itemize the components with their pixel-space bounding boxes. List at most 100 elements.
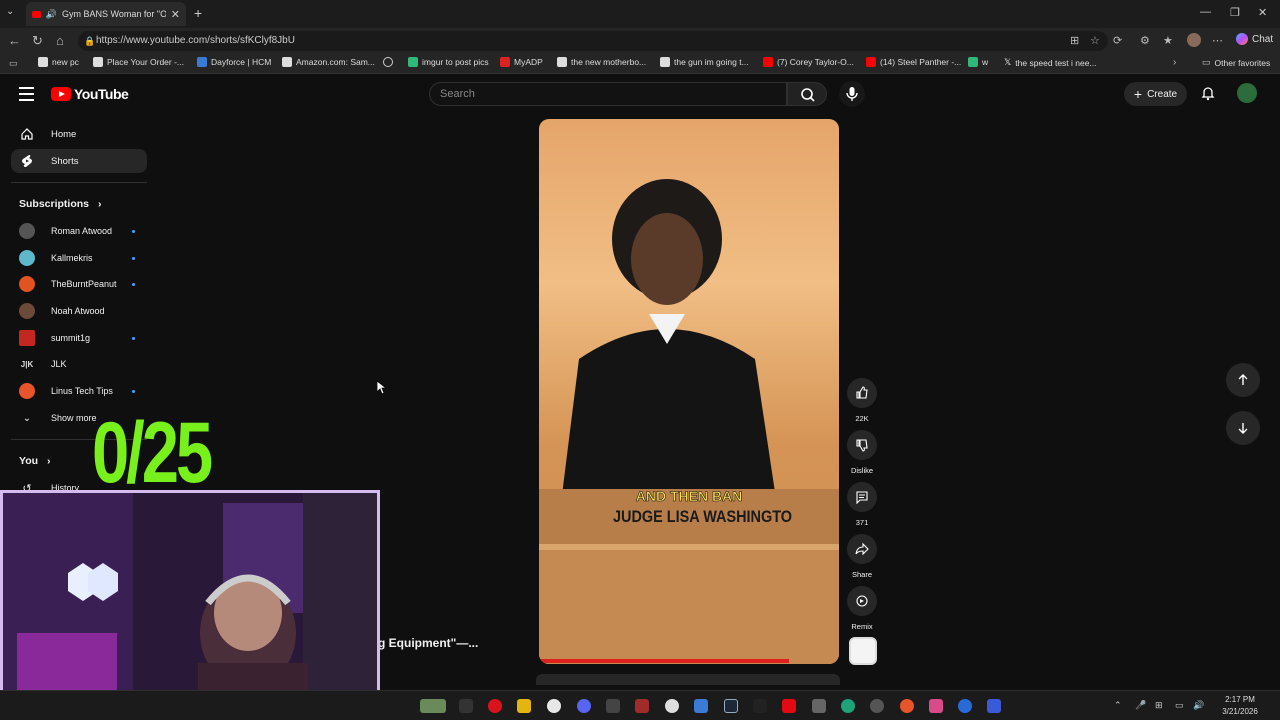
close-tab-icon[interactable]: ✕ [171,8,180,21]
you-heading[interactable]: You › [19,455,50,467]
bookmark-item[interactable]: MyADP [500,57,543,67]
account-avatar[interactable] [1237,83,1257,103]
search-button[interactable] [787,82,827,106]
like-button[interactable]: 22K [846,378,878,423]
profile-avatar[interactable] [1187,33,1201,47]
bookmark-item[interactable]: imgur to post pics [408,57,489,67]
tab-actions-icon[interactable]: ⌄ [6,6,14,17]
obs-icon[interactable] [665,699,679,713]
display-icon[interactable]: ▭ [1175,700,1184,711]
subscription-item[interactable]: Linus Tech Tips [19,381,149,401]
back-icon[interactable]: ← [8,33,21,48]
subscription-item[interactable]: Kallmekris [19,248,149,268]
app-available-icon[interactable]: ⊞ [1070,34,1079,47]
app-icon[interactable] [606,699,620,713]
copilot-chat-button[interactable]: Chat [1236,33,1273,45]
bookmark-item[interactable]: the gun im going t... [660,57,749,67]
short-video-player[interactable]: AND THEN BAN JUDGE LISA WASHINGTO [539,119,839,664]
voice-search-button[interactable] [839,81,865,107]
network-icon[interactable]: ⊞ [1155,700,1163,711]
previous-short-button[interactable] [1226,363,1260,397]
reading-list-icon[interactable]: ▭ [9,58,18,69]
guide-menu-icon[interactable] [19,87,34,105]
close-window-icon[interactable]: ✕ [1258,6,1267,19]
maximize-icon[interactable]: ❐ [1230,6,1240,19]
volume-icon[interactable]: 🔊 [1193,700,1204,711]
microphone-tray-icon[interactable]: 🎤 [1135,700,1146,711]
youtube-logo[interactable]: YouTube [51,86,129,102]
speaker-icon[interactable]: 🔊 [46,9,57,20]
home-icon[interactable]: ⌂ [56,33,64,48]
bookmark-item[interactable]: the new motherbo... [557,57,646,67]
share-button[interactable]: Share [846,534,878,579]
app-icon[interactable] [987,699,1001,713]
steam-icon[interactable] [724,699,738,713]
bookmark-item[interactable]: (14) Steel Panther -... [866,57,961,67]
sidebar-item-home[interactable]: Home [11,122,147,146]
extensions-icon[interactable]: ⚙ [1140,34,1150,47]
app-icon[interactable] [753,699,767,713]
subscription-item[interactable]: Roman Atwood [19,221,149,241]
app-icon[interactable] [812,699,826,713]
new-tab-icon[interactable]: + [194,5,202,21]
channel-thumbnail[interactable] [849,637,877,665]
channel-avatar [19,223,35,239]
app-icon[interactable] [635,699,649,713]
bookmark-item[interactable]: Dayforce | HCM [197,57,271,67]
channel-avatar [19,276,35,292]
subscription-item[interactable]: TheBurntPeanut [19,274,149,294]
system-clock[interactable]: 2:17 PM 3/21/2026 [1208,694,1272,718]
edge-icon[interactable] [841,699,855,713]
bookmark-item[interactable]: w [968,57,988,67]
reload-icon[interactable]: ↻ [32,33,43,49]
sidebar-item-shorts[interactable]: Shorts [11,149,147,173]
opera-icon[interactable] [488,699,502,713]
subscriptions-heading[interactable]: Subscriptions › [19,198,101,210]
weather-widget-icon[interactable] [420,699,446,713]
subscription-item[interactable]: summit1g [19,328,149,348]
app-icon[interactable] [958,699,972,713]
show-hidden-icons[interactable]: ⌃ [1114,700,1122,711]
netflix-icon[interactable] [782,699,796,713]
url-text: https://www.youtube.com/shorts/sfKClyf8J… [96,35,295,46]
folder-icon[interactable] [517,699,531,713]
search-input[interactable]: Search [429,82,787,106]
remix-button[interactable]: Remix [846,586,878,631]
app-icon[interactable] [929,699,943,713]
subscription-item[interactable]: Noah Atwood [19,301,149,321]
notifications-button[interactable] [1200,85,1216,106]
app-icon[interactable] [900,699,914,713]
short-title[interactable]: g Equipment"—... [378,636,478,650]
refresh-page-icon[interactable]: ⟳ [1113,34,1122,47]
bookmark-item[interactable]: Amazon.com: Sam... [282,57,375,67]
bookmark-item[interactable]: new pc [38,57,79,67]
browser-icon[interactable] [547,699,561,713]
more-bookmarks-icon[interactable]: › [1173,57,1176,68]
dislike-button[interactable]: Dislike [846,430,878,475]
other-favorites-folder[interactable]: ▭ Other favorites [1202,57,1270,68]
bookmark-item[interactable]: (7) Corey Taylor-O... [763,57,854,67]
next-short-button[interactable] [1226,411,1260,445]
subscription-item[interactable]: J|K JLK [19,354,149,374]
comments-button[interactable]: 371 [846,482,878,527]
plus-icon: + [1133,86,1143,102]
bookmark-item[interactable]: Place Your Order -... [93,57,184,67]
site-info-icon[interactable]: 🔒 [84,31,95,51]
discord-icon[interactable] [577,699,591,713]
create-button[interactable]: + Create [1124,82,1187,106]
new-content-dot [132,282,135,286]
minimize-icon[interactable]: — [1200,6,1211,18]
home-icon [19,127,35,141]
shorts-icon [19,154,35,168]
favorite-star-icon[interactable]: ☆ [1090,34,1100,47]
bookmark-item[interactable] [383,57,397,67]
file-icon[interactable] [459,699,473,713]
more-menu-icon[interactable]: ⋯ [1212,34,1223,47]
address-bar[interactable]: 🔒 https://www.youtube.com/shorts/sfKClyf… [78,31,1108,51]
next-short-preview[interactable] [536,674,840,685]
bookmark-item[interactable]: 𝕏the speed test i nee... [1004,57,1097,68]
favorites-icon[interactable]: ★ [1163,34,1173,47]
app-icon[interactable] [694,699,708,713]
app-icon[interactable] [870,699,884,713]
tab-youtube-short[interactable]: 🔊 Gym BANS Woman for "Over ✕ [26,2,186,26]
